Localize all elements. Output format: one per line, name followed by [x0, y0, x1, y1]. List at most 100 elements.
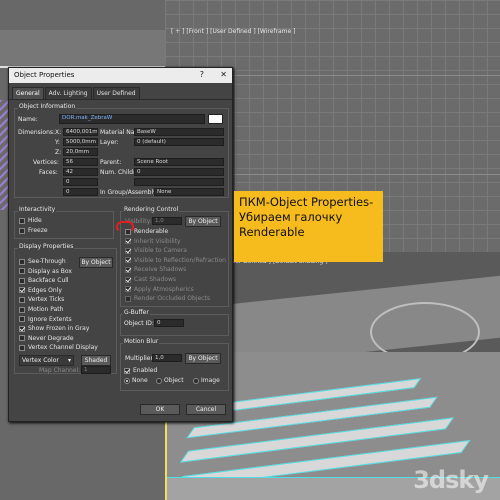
enabled-label: Enabled	[133, 367, 158, 374]
tab-user-defined[interactable]: User Defined	[92, 87, 140, 99]
display-by-object-button[interactable]: By Object	[79, 257, 113, 268]
render-option-checkbox[interactable]: Apply Atmospherics	[125, 286, 194, 293]
x-label: X:	[55, 129, 62, 136]
checkbox-box[interactable]	[125, 295, 131, 302]
object-color-swatch[interactable]	[208, 114, 223, 124]
display-option-label: Never Degrade	[28, 334, 74, 342]
render-by-object-button[interactable]: By Object	[185, 216, 221, 227]
display-option-checkbox[interactable]: Vertex Ticks	[19, 296, 64, 303]
callout-line-1: ПКМ-Object Properties-	[239, 195, 374, 209]
dimension-y-field: 5000,0mm	[63, 138, 98, 146]
checkbox-box[interactable]	[19, 217, 25, 224]
tab-general[interactable]: General	[12, 87, 44, 99]
motion-by-object-button[interactable]: By Object	[185, 353, 221, 364]
wireframe-plane	[0, 30, 165, 68]
checkbox-box[interactable]	[19, 335, 25, 342]
render-option-checkbox[interactable]: Receive Shadows	[125, 266, 186, 273]
display-option-checkbox[interactable]: Vertex Channel Display	[19, 344, 98, 351]
vertices-label: Vertices:	[33, 159, 59, 166]
name-label: Name:	[18, 116, 38, 123]
interactivity-group	[14, 211, 114, 239]
checkbox-box[interactable]	[19, 306, 25, 313]
display-option-checkbox[interactable]: Display as Box	[19, 268, 72, 275]
front-viewport-label[interactable]: [ + ] [Front ] [User Defined ] [Wirefram…	[171, 28, 295, 35]
checkbox-box[interactable]	[19, 287, 25, 294]
multiplier-label: Multiplier:	[125, 355, 155, 362]
shaded-button[interactable]: Shaded	[81, 355, 111, 366]
object-radio[interactable]: Object	[156, 377, 184, 384]
render-option-label: Renderable	[134, 228, 169, 235]
checkbox-box[interactable]	[19, 316, 25, 323]
callout-line-3: Renderable	[239, 225, 305, 239]
checkbox-box[interactable]	[125, 266, 131, 273]
hide-label: Hide	[28, 217, 42, 224]
display-option-label: Vertex Ticks	[28, 296, 65, 304]
checkbox-box[interactable]	[19, 268, 25, 275]
checkbox-box[interactable]	[124, 367, 130, 374]
children-field: 0	[134, 168, 224, 176]
checkbox-box[interactable]	[125, 247, 131, 254]
checkbox-box[interactable]	[19, 325, 25, 332]
display-option-checkbox[interactable]: Never Degrade	[19, 335, 74, 342]
tab-adv-lighting[interactable]: Adv. Lighting	[44, 87, 92, 99]
display-option-label: Motion Path	[28, 306, 64, 313]
gbuffer-heading: G-Buffer	[123, 309, 150, 316]
object-id-field[interactable]: 0	[154, 319, 184, 327]
layer-label: Layer:	[100, 139, 119, 146]
checkbox-box[interactable]	[19, 258, 25, 265]
checkbox-box[interactable]	[19, 344, 25, 351]
radio-dot[interactable]	[124, 377, 130, 384]
display-properties-heading: Display Properties	[18, 243, 75, 250]
dimensions-label: Dimensions:	[18, 129, 56, 136]
perspective-viewport[interactable]: ser Defined ] [Default Shading ]	[230, 252, 500, 352]
render-option-checkbox[interactable]: Render Occluded Objects	[125, 295, 210, 302]
vertex-color-value: Vertex Color	[22, 357, 59, 364]
display-option-label: See-Through	[28, 258, 66, 265]
ok-button[interactable]: OK	[140, 404, 180, 415]
display-option-checkbox[interactable]: See-Through	[19, 258, 66, 265]
freeze-checkbox[interactable]: Freeze	[19, 227, 48, 234]
vertex-color-dropdown[interactable]: Vertex Color ▾	[19, 355, 74, 366]
checkbox-box[interactable]	[19, 227, 25, 234]
display-option-checkbox[interactable]: Backface Cull	[19, 277, 69, 284]
image-radio[interactable]: Image	[193, 377, 220, 384]
checkbox-box[interactable]	[125, 286, 131, 293]
radio-dot[interactable]	[193, 377, 199, 384]
display-option-label: Edges Only	[28, 286, 62, 294]
name-field[interactable]: DOR.mak_ZebraW	[59, 114, 205, 124]
checkbox-box[interactable]	[125, 257, 131, 264]
display-option-checkbox[interactable]: Motion Path	[19, 306, 63, 313]
close-icon[interactable]: ✕	[220, 70, 227, 79]
render-option-label: Receive Shadows	[134, 266, 187, 274]
hide-checkbox[interactable]: Hide	[19, 217, 42, 224]
none-radio[interactable]: None	[124, 377, 148, 384]
render-option-checkbox[interactable]: Cast Shadows	[125, 276, 176, 283]
checkbox-box[interactable]	[125, 238, 131, 245]
checkbox-box[interactable]	[125, 276, 131, 283]
multiplier-field[interactable]: 1,0	[152, 354, 182, 362]
dialog-title: Object Properties	[14, 71, 75, 79]
map-channel-field[interactable]: 1	[81, 366, 111, 374]
render-option-checkbox[interactable]: Inherit Visibility	[125, 238, 181, 245]
help-icon[interactable]: ?	[200, 70, 204, 79]
material-field: BaseW	[134, 128, 224, 136]
group-field: None	[154, 188, 224, 196]
display-option-checkbox[interactable]: Edges Only	[19, 287, 62, 294]
dimension-z-field: 20,0mm	[63, 148, 98, 156]
parent-label: Parent:	[100, 159, 122, 166]
render-option-checkbox[interactable]: Visible to Camera	[125, 247, 187, 254]
visibility-field[interactable]: 1,0	[152, 217, 182, 225]
radio-dot[interactable]	[156, 377, 162, 384]
dialog-titlebar[interactable]: Object Properties ? ✕	[9, 68, 232, 83]
checkbox-box[interactable]	[19, 296, 25, 303]
checkbox-box[interactable]	[19, 277, 25, 284]
display-option-checkbox[interactable]: Ignore Extents	[19, 316, 72, 323]
display-option-checkbox[interactable]: Show Frozen in Gray	[19, 325, 89, 332]
display-option-label: Display as Box	[28, 267, 72, 275]
display-option-label: Ignore Extents	[28, 315, 72, 323]
watermark-logo: 3dsky	[413, 466, 489, 494]
cancel-button[interactable]: Cancel	[186, 404, 226, 415]
enabled-checkbox[interactable]: Enabled	[124, 367, 157, 374]
render-option-checkbox[interactable]: Visible to Reflection/Refraction	[125, 257, 226, 264]
render-option-label: Visible to Reflection/Refraction	[134, 256, 226, 264]
